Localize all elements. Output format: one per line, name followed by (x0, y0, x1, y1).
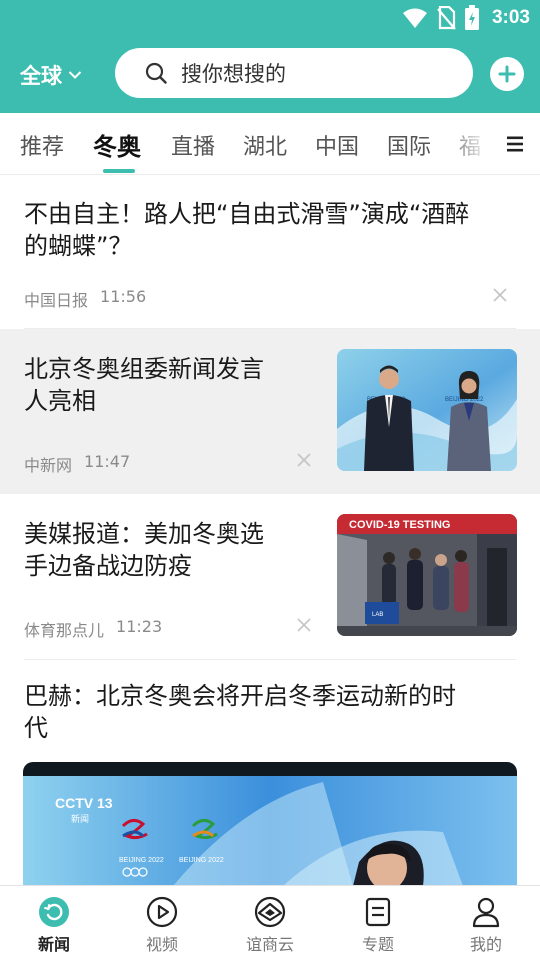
nav-video[interactable]: 视频 (122, 896, 202, 955)
press-conference-image: BEIJING 2022 BEIJING 2022 (337, 349, 517, 471)
article-title-line: 北京冬奥组委新闻发言 (24, 355, 264, 383)
search-bar[interactable]: 搜你想搜的 (115, 48, 473, 98)
article-meta: 中新网 11:47 (24, 452, 130, 476)
article-meta: 体育那点儿 11:23 (24, 617, 162, 641)
channel-menu-button[interactable] (490, 113, 540, 174)
profile-icon (472, 897, 500, 928)
cloud-icon (254, 896, 286, 928)
thumb-sign: LAB (372, 612, 383, 618)
article-meta: 中国日报 11:56 (24, 287, 146, 311)
nav-news[interactable]: 新闻 (14, 896, 94, 955)
article-title-line: 美媒报道：美加冬奥选 (24, 520, 264, 548)
article-title: 美媒报道：美加冬奥选 手边备战边防疫 (24, 518, 264, 582)
status-bar: 3:03 (0, 0, 540, 36)
chevron-down-icon (68, 71, 82, 79)
nav-video-label: 视频 (145, 935, 178, 954)
tab-fade (440, 113, 490, 174)
tab-china[interactable]: 中国 (315, 129, 359, 161)
article-source: 中国日报 (24, 291, 89, 310)
article-title: 不由自主！路人把“自由式滑雪”演成“酒醉 的蝴蝶”？ (24, 198, 469, 262)
add-button[interactable] (490, 57, 524, 91)
nav-topic[interactable]: 专题 (338, 896, 418, 955)
article-title-line: 代 (24, 714, 48, 742)
article-time: 11:23 (116, 617, 163, 636)
active-tab-indicator (103, 169, 135, 173)
article-title: 北京冬奥组委新闻发言 人亮相 (24, 353, 264, 417)
video-emblem-text: BEIJING 2022 (119, 857, 164, 864)
tab-hubei[interactable]: 湖北 (243, 129, 287, 161)
nav-profile-label: 我的 (469, 935, 502, 954)
article-title-line: 手边备战边防疫 (24, 552, 192, 580)
dismiss-icon[interactable] (295, 451, 313, 469)
search-icon (145, 62, 167, 84)
article-thumbnail: COVID-19 TESTING LAB (337, 514, 517, 636)
nav-topic-label: 专题 (361, 935, 394, 954)
article-item[interactable]: 不由自主！路人把“自由式滑雪”演成“酒醉 的蝴蝶”？ 中国日报 11:56 (0, 176, 540, 329)
bottom-navigation: 新闻 视频 谊商云 专题 我的 (0, 885, 540, 960)
article-title-line: 巴赫：北京冬奥会将开启冬季运动新的时 (24, 682, 456, 710)
article-source: 体育那点儿 (24, 621, 105, 640)
video-emblem-text: BEIJING 2022 (179, 857, 224, 864)
channel-tabs: 推荐 冬奥 直播 湖北 中国 国际 福 (0, 113, 540, 175)
topic-icon (365, 897, 391, 927)
plus-icon (498, 65, 516, 83)
article-title-line: 的蝴蝶”？ (24, 232, 133, 260)
wifi-icon (402, 8, 427, 28)
region-selector[interactable]: 全球 (20, 58, 82, 92)
cctv-news-frame: CCTV 13 新闻 BEIJING 2022 BEIJING 2022 (23, 762, 517, 886)
menu-icon (507, 136, 523, 151)
article-title: 巴赫：北京冬奥会将开启冬季运动新的时 代 (24, 680, 456, 744)
no-sim-icon (437, 6, 456, 30)
search-placeholder: 搜你想搜的 (181, 62, 286, 86)
battery-icon (464, 5, 479, 30)
article-source: 中新网 (24, 456, 73, 475)
article-time: 11:47 (84, 452, 131, 471)
thumb-banner-text: COVID-19 TESTING (349, 519, 450, 531)
article-title-line: 人亮相 (24, 387, 96, 415)
news-icon (39, 897, 69, 927)
dismiss-icon[interactable] (491, 286, 509, 304)
video-icon (146, 896, 178, 928)
tab-live[interactable]: 直播 (171, 129, 215, 161)
region-label: 全球 (20, 64, 62, 88)
dismiss-icon[interactable] (295, 616, 313, 634)
covid-testing-image: COVID-19 TESTING LAB (337, 514, 517, 636)
tab-international[interactable]: 国际 (387, 129, 431, 161)
article-title-line: 不由自主！路人把“自由式滑雪”演成“酒醉 (24, 200, 470, 228)
video-channel-sub: 新闻 (71, 813, 89, 825)
tab-recommend[interactable]: 推荐 (20, 129, 64, 161)
nav-profile[interactable]: 我的 (446, 896, 526, 955)
video-channel-logo: CCTV 13 (55, 795, 113, 811)
article-item[interactable]: 美媒报道：美加冬奥选 手边备战边防疫 体育那点儿 11:23 COVID-19 … (0, 494, 540, 659)
nav-cloud[interactable]: 谊商云 (230, 896, 310, 955)
app-header: 3:03 全球 搜你想搜的 (0, 0, 540, 113)
article-item[interactable]: 北京冬奥组委新闻发言 人亮相 中新网 11:47 BEIJING 2022 BE… (0, 329, 540, 494)
tab-winter-olympics[interactable]: 冬奥 (93, 127, 141, 162)
article-time: 11:56 (100, 287, 147, 306)
nav-cloud-label: 谊商云 (245, 935, 294, 954)
video-thumbnail[interactable]: CCTV 13 新闻 BEIJING 2022 BEIJING 2022 (23, 762, 517, 886)
nav-news-label: 新闻 (37, 935, 70, 954)
status-time: 3:03 (491, 7, 530, 28)
article-thumbnail: BEIJING 2022 BEIJING 2022 (337, 349, 517, 471)
